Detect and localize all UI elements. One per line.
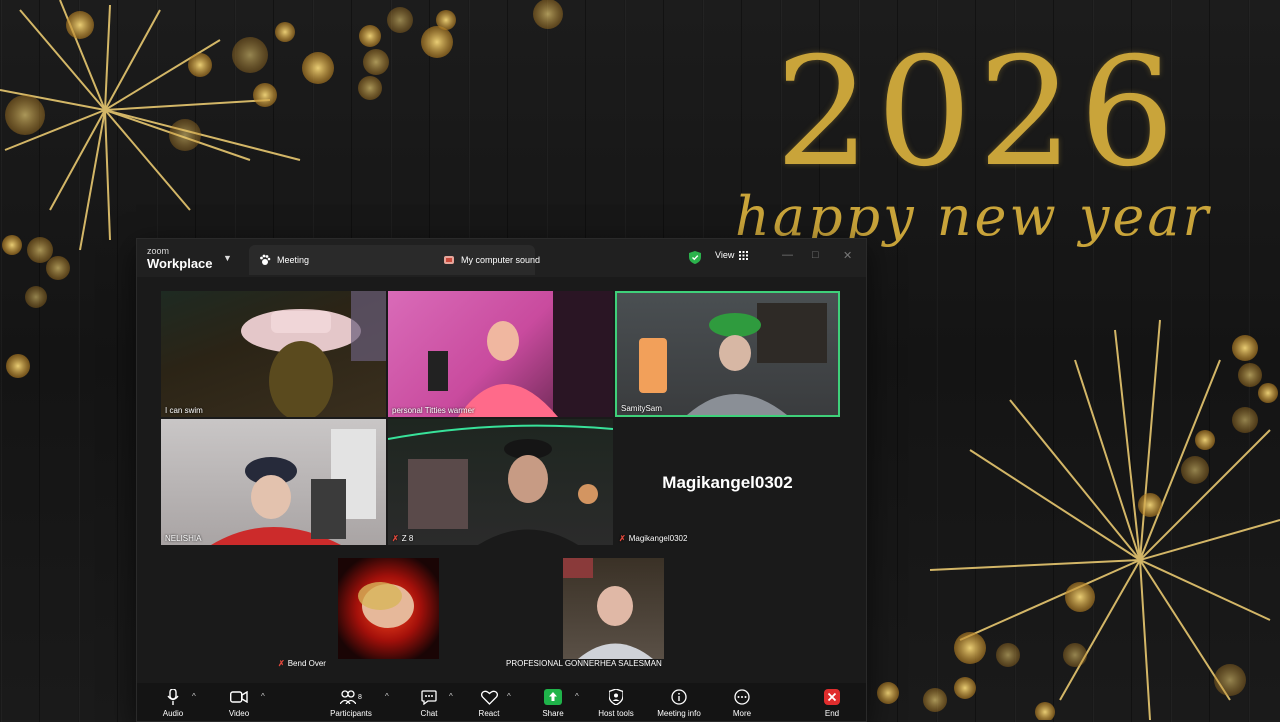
host-tools-button[interactable]: Host tools xyxy=(586,687,646,718)
new-year-title: 2026 xyxy=(775,26,1181,200)
close-icon[interactable]: ✕ xyxy=(843,249,852,262)
participants-label: Participants xyxy=(330,709,372,718)
shield-check-icon[interactable] xyxy=(689,251,701,264)
video-tile-avatar[interactable]: Magikangel0302 ✗ Magikangel0302 xyxy=(615,419,840,545)
participants-count: 8 xyxy=(358,693,362,701)
info-icon xyxy=(671,689,687,705)
chevron-down-icon[interactable]: ▼ xyxy=(223,253,232,263)
participants-button[interactable]: 8 Participants xyxy=(321,687,381,718)
chevron-up-icon[interactable]: ^ xyxy=(385,692,389,701)
chat-label: Chat xyxy=(420,709,438,718)
minimize-icon[interactable]: — xyxy=(782,249,793,261)
participant-video xyxy=(211,429,376,545)
participant-name-text: Bend Over xyxy=(287,659,326,668)
maximize-icon[interactable]: □ xyxy=(812,249,819,261)
video-tile[interactable]: ✗ Z 8 xyxy=(388,419,613,545)
zoom-workplace-logo[interactable]: zoom Workplace xyxy=(147,246,213,271)
participant-name-muted: ✗ Magikangel0302 xyxy=(619,534,687,543)
tab-computer-sound-label: My computer sound xyxy=(461,255,541,265)
bokeh-dots-bottom xyxy=(877,335,1278,720)
chevron-up-icon[interactable]: ^ xyxy=(192,692,196,701)
tab-meeting-label: Meeting xyxy=(277,255,310,265)
participants-icon xyxy=(340,690,357,704)
participant-video xyxy=(358,582,414,628)
grid-icon xyxy=(739,250,749,260)
host-tools-label: Host tools xyxy=(598,709,634,718)
chevron-up-icon[interactable]: ^ xyxy=(507,692,511,701)
participant-video xyxy=(241,291,386,417)
video-tile[interactable] xyxy=(338,558,439,659)
participant-name-muted: ✗ Bend Over xyxy=(278,659,326,668)
tab-computer-sound[interactable]: My computer sound xyxy=(433,245,693,275)
chevron-up-icon[interactable]: ^ xyxy=(449,692,453,701)
participant-video xyxy=(639,303,827,415)
end-call-icon xyxy=(824,689,840,705)
share-screen-icon xyxy=(544,689,562,705)
participant-video xyxy=(563,558,653,659)
chat-icon xyxy=(421,689,437,705)
participant-name: SamitySam xyxy=(621,404,662,413)
view-button[interactable]: View xyxy=(715,250,749,260)
chevron-up-icon[interactable]: ^ xyxy=(575,692,579,701)
participant-video xyxy=(388,424,613,545)
react-label: React xyxy=(478,709,500,718)
end-button[interactable]: End xyxy=(802,687,862,718)
video-tile[interactable]: personal Titties warmer xyxy=(388,291,613,417)
share-button[interactable]: Share xyxy=(523,687,583,718)
share-label: Share xyxy=(542,709,564,718)
more-icon xyxy=(734,689,750,705)
participant-name-text: Z 8 xyxy=(401,534,414,543)
participant-name: personal Titties warmer xyxy=(392,406,475,415)
video-tile[interactable]: NELISHIA xyxy=(161,419,386,545)
more-label: More xyxy=(732,709,752,718)
participant-name: NELISHIA xyxy=(165,534,202,543)
participant-name: I can swim xyxy=(165,406,203,415)
audio-label: Audio xyxy=(162,709,184,718)
chevron-up-icon[interactable]: ^ xyxy=(261,692,265,701)
video-button[interactable]: Video xyxy=(209,687,269,718)
more-button[interactable]: More xyxy=(712,687,772,718)
participant-display-name: Magikangel0302 xyxy=(662,473,793,492)
brand-big-text: Workplace xyxy=(147,256,213,271)
participant-video xyxy=(428,291,613,417)
video-camera-icon xyxy=(230,691,248,703)
mic-muted-icon: ✗ xyxy=(619,534,626,543)
participant-name-text: Magikangel0302 xyxy=(628,534,688,543)
firework-top-left xyxy=(0,0,301,251)
brand-small-text: zoom xyxy=(147,246,170,256)
title-bar: zoom Workplace ▼ Meeting My computer sou… xyxy=(137,239,866,277)
participant-name: PROFESIONAL GONNERHEA SALESMAN xyxy=(506,659,662,668)
end-label: End xyxy=(824,709,840,718)
view-label: View xyxy=(715,250,735,260)
heart-icon xyxy=(480,690,498,705)
video-label: Video xyxy=(228,709,250,718)
video-tile[interactable] xyxy=(563,558,664,659)
firework-bottom-right xyxy=(929,319,1280,720)
microphone-icon xyxy=(167,689,179,705)
paw-icon xyxy=(260,254,271,265)
zoom-meeting-window: zoom Workplace ▼ Meeting My computer sou… xyxy=(136,238,867,722)
meeting-toolbar: Audio ^ Video ^ 8 Participants ^ Chat ^ … xyxy=(137,683,866,721)
video-tile-active-speaker[interactable]: SamitySam xyxy=(615,291,840,417)
video-tile[interactable]: I can swim xyxy=(161,291,386,417)
mic-muted-icon: ✗ xyxy=(392,534,399,543)
shield-icon xyxy=(609,689,623,705)
participant-name-muted: ✗ Z 8 xyxy=(392,534,413,543)
meeting-info-label: Meeting info xyxy=(657,709,701,718)
meeting-info-button[interactable]: Meeting info xyxy=(649,687,709,718)
mic-muted-icon: ✗ xyxy=(278,659,285,668)
speaker-icon xyxy=(444,256,454,264)
